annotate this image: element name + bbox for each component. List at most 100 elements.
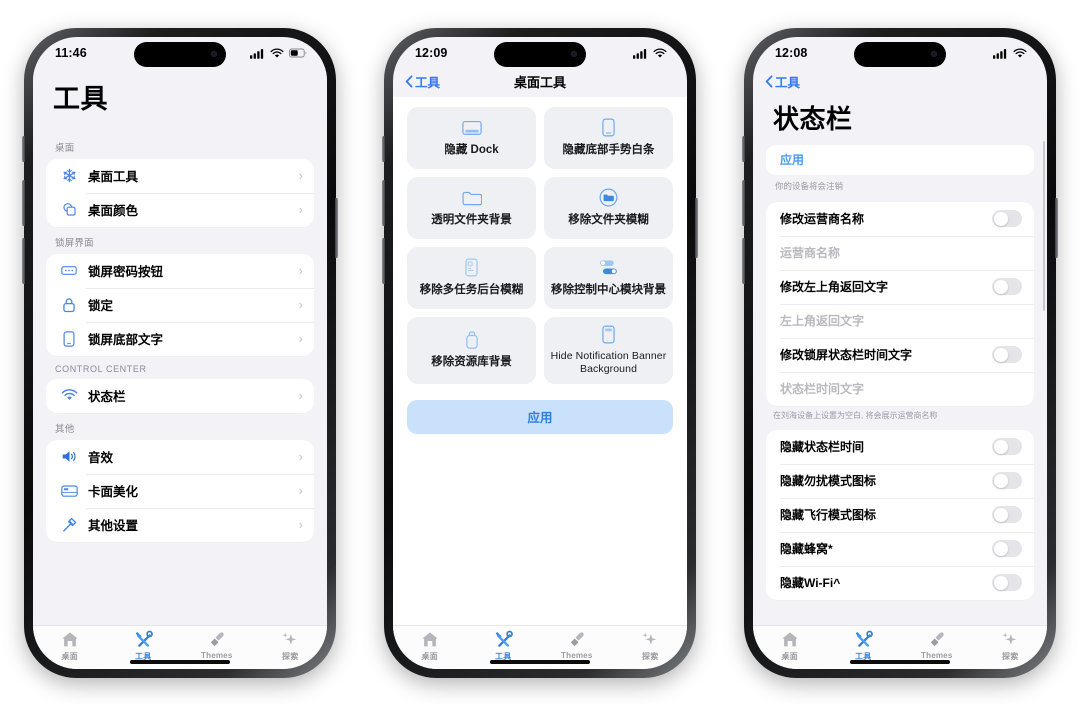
tab-tools[interactable]: 工具 xyxy=(113,630,173,662)
volume-down-button-1[interactable] xyxy=(22,237,25,284)
page-title: 工具 xyxy=(53,83,108,114)
tab-explore[interactable]: 探索 xyxy=(980,630,1040,662)
input-placeholder: 左上角返回文字 xyxy=(780,314,865,329)
sidebar-item-desktop-tools[interactable]: 桌面工具 › xyxy=(46,159,314,193)
phone-device-3: 12:08 工具 状态栏 应用 你的设备将会注销 修改运营商名称 运营商名称 修… xyxy=(742,27,1058,678)
front-camera-icon xyxy=(211,51,217,57)
volume-down-button-3[interactable] xyxy=(742,237,745,284)
setting-row-lock-time-text[interactable]: 修改锁屏状态栏时间文字 xyxy=(766,337,1034,372)
brush-icon xyxy=(568,630,586,649)
apply-note: 你的设备将会注销 xyxy=(775,180,844,191)
power-button-3[interactable] xyxy=(1055,197,1058,258)
tab-tools[interactable]: 工具 xyxy=(833,630,893,662)
wifi-icon xyxy=(1013,47,1027,58)
lock-icon xyxy=(58,295,80,315)
sidebar-item-desktop-color[interactable]: 桌面颜色 › xyxy=(46,192,314,227)
tile-hide-notification-banner-bg[interactable]: Hide Notification Banner Background xyxy=(544,316,673,384)
tab-label: 探索 xyxy=(1002,651,1019,661)
setting-row-hide-dnd-icon[interactable]: 隐藏勿扰模式图标 xyxy=(766,463,1034,498)
tab-explore[interactable]: 探索 xyxy=(620,630,680,662)
toggle-switch[interactable] xyxy=(992,278,1022,296)
tab-label: Themes xyxy=(921,650,953,660)
toggle-knob xyxy=(993,473,1008,488)
power-button-1[interactable] xyxy=(335,197,338,258)
toggle-switch[interactable] xyxy=(992,472,1022,490)
tools-icon xyxy=(494,630,513,649)
multitask-icon xyxy=(465,258,478,278)
sidebar-item-sound[interactable]: 音效 › xyxy=(46,440,314,474)
sidebar-item-status-bar[interactable]: 状态栏 › xyxy=(46,379,314,413)
setting-row-back-text[interactable]: 修改左上角返回文字 xyxy=(766,269,1034,304)
setting-row-hide-status-time[interactable]: 隐藏状态栏时间 xyxy=(766,430,1034,464)
tab-themes[interactable]: Themes xyxy=(547,630,607,660)
sidebar-item-card-beautify[interactable]: 卡面美化 › xyxy=(46,473,314,508)
sidebar-item-other-settings[interactable]: 其他设置 › xyxy=(46,507,314,542)
apply-button[interactable]: 应用 xyxy=(407,399,673,434)
phone-bar-icon xyxy=(602,118,615,138)
wifi-icon xyxy=(58,386,80,406)
scroll-indicator[interactable] xyxy=(1042,140,1045,311)
setting-row-hide-cellular[interactable]: 隐藏蜂窝* xyxy=(766,531,1034,566)
home-icon xyxy=(781,630,799,649)
toggle-switch[interactable] xyxy=(992,574,1022,592)
home-indicator xyxy=(850,659,950,664)
status-bar-1: 11:46 xyxy=(33,37,327,67)
toggle-switch[interactable] xyxy=(992,438,1022,456)
tab-explore[interactable]: 探索 xyxy=(260,630,320,662)
sparkle-icon xyxy=(1001,630,1019,649)
tile-remove-library-bg[interactable]: 移除资源库背景 xyxy=(407,316,536,384)
brush-icon xyxy=(208,630,226,649)
toggle-switch[interactable] xyxy=(992,506,1022,524)
chevron-right-icon: › xyxy=(298,168,303,183)
toggle-switch[interactable] xyxy=(992,540,1022,558)
home-indicator xyxy=(490,659,590,664)
tile-transparent-folder-bg[interactable]: 透明文件夹背景 xyxy=(407,176,536,239)
tab-desktop[interactable]: 桌面 xyxy=(40,630,100,662)
row-label: 修改锁屏状态栏时间文字 xyxy=(780,348,913,363)
tab-tools[interactable]: 工具 xyxy=(473,630,533,662)
row-label: 音效 xyxy=(88,451,114,465)
tile-hide-home-bar[interactable]: 隐藏底部手势白条 xyxy=(544,106,673,169)
setting-row-hide-wifi[interactable]: 隐藏Wi-Fi^ xyxy=(766,565,1034,600)
setting-input-lock-time-text[interactable]: 状态栏时间文字 xyxy=(766,371,1034,406)
tile-label: 移除资源库背景 xyxy=(431,356,512,369)
tile-remove-folder-blur[interactable]: 移除文件夹模糊 xyxy=(544,176,673,239)
dynamic-island xyxy=(494,41,586,67)
setting-row-carrier-name[interactable]: 修改运营商名称 xyxy=(766,202,1034,236)
home-indicator xyxy=(130,659,230,664)
setting-input-carrier-name[interactable]: 运营商名称 xyxy=(766,235,1034,270)
phone-2-screen: 12:09 工具 桌面工具 隐藏 Dock 隐藏底部手势白条 透明文件夹背景 移… xyxy=(393,36,687,669)
chevron-left-icon xyxy=(765,75,773,88)
chevron-right-icon: › xyxy=(298,297,303,312)
tile-remove-cc-module-bg[interactable]: 移除控制中心模块背景 xyxy=(544,246,673,309)
back-button[interactable]: 工具 xyxy=(765,72,800,91)
toggle-switch[interactable] xyxy=(992,346,1022,364)
apply-button[interactable]: 应用 xyxy=(766,144,1034,175)
sidebar-item-lock[interactable]: 锁定 › xyxy=(46,287,314,322)
power-button-2[interactable] xyxy=(695,197,698,258)
tab-desktop[interactable]: 桌面 xyxy=(400,630,460,662)
tile-label: 透明文件夹背景 xyxy=(431,213,512,226)
section-header-other: 其他 xyxy=(55,423,75,435)
volume-down-button-2[interactable] xyxy=(382,237,385,284)
settings-card-desktop: 桌面工具 › 桌面颜色 › xyxy=(46,158,314,227)
sidebar-item-passcode-button[interactable]: 锁屏密码按钮 › xyxy=(46,254,314,288)
tile-remove-multitask-blur[interactable]: 移除多任务后台模糊 xyxy=(407,246,536,309)
folder-icon xyxy=(462,188,482,208)
status-indicators xyxy=(250,47,307,59)
chevron-right-icon: › xyxy=(298,483,303,498)
back-button[interactable]: 工具 xyxy=(405,72,440,91)
setting-row-hide-airplane-icon[interactable]: 隐藏飞行模式图标 xyxy=(766,497,1034,532)
tab-desktop[interactable]: 桌面 xyxy=(760,630,820,662)
dynamic-island xyxy=(854,41,946,67)
phone-2-content: 隐藏 Dock 隐藏底部手势白条 透明文件夹背景 移除文件夹模糊 移除多任务后台… xyxy=(393,96,687,625)
tab-themes[interactable]: Themes xyxy=(907,630,967,660)
toggle-switch[interactable] xyxy=(992,210,1022,228)
status-bar-settings-group-1: 修改运营商名称 运营商名称 修改左上角返回文字 左上角返回文字 修改锁屏状态栏时… xyxy=(766,201,1034,406)
sidebar-item-lock-bottom-text[interactable]: 锁屏底部文字 › xyxy=(46,321,314,356)
tile-label: 移除控制中心模块背景 xyxy=(551,283,666,296)
tab-themes[interactable]: Themes xyxy=(187,630,247,660)
tile-hide-dock[interactable]: 隐藏 Dock xyxy=(407,106,536,169)
setting-input-back-text[interactable]: 左上角返回文字 xyxy=(766,303,1034,338)
phone-icon xyxy=(58,329,80,349)
